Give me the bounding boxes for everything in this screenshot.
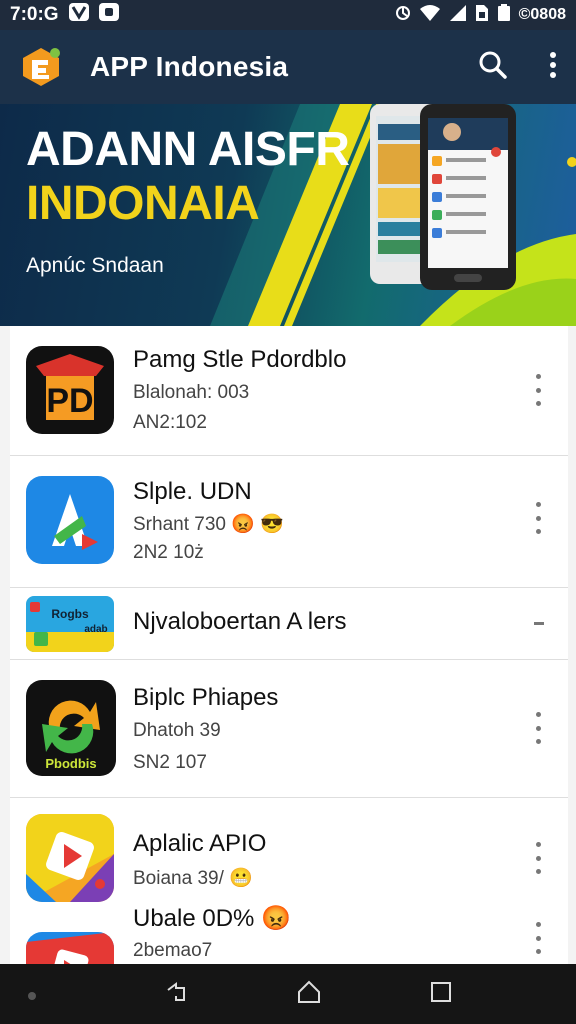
list-item[interactable]: Slple. UDN Srhant 730 😡 😎 2N2 10ż — [10, 456, 568, 588]
list-item[interactable]: Rogbs adab Njvaloboertan A lers — [10, 588, 568, 660]
app-meta: Srhant 730 😡 😎 — [133, 514, 284, 535]
red-app-icon — [26, 932, 114, 964]
nav-indicator-dot — [28, 992, 36, 1000]
sync-icon — [395, 4, 411, 27]
banner-headline: ADANN AISFR — [26, 123, 350, 176]
more-vert-icon[interactable] — [530, 842, 546, 874]
wifi-icon — [419, 4, 441, 27]
svg-text:Pbodbis: Pbodbis — [45, 756, 96, 771]
app-list: PD Pamg Stle Pdordblo Blalonah: 003 AN2:… — [10, 326, 568, 964]
app-meta: Boiana 39/ 😬 — [133, 868, 253, 889]
banner-app-icon: Rogbs adab — [26, 596, 114, 652]
status-bar: 7:0:G ©0808 — [0, 0, 576, 30]
app-title: Njvaloboertan A lers — [133, 608, 347, 635]
app-title: Slple. UDN — [133, 478, 252, 505]
phone-mockup-image — [370, 104, 516, 290]
app-title: Pamg Stle Pdordblo — [133, 346, 347, 373]
app-title: Ubale 0D% 😡 — [133, 905, 291, 932]
app-bar: APP Indonesia — [0, 30, 576, 104]
svg-text:adab: adab — [84, 624, 107, 635]
list-item[interactable]: PD Pamg Stle Pdordblo Blalonah: 003 AN2:… — [10, 326, 568, 456]
signal-icon — [449, 4, 467, 27]
banner-subtitle: Apnúc Sndaan — [26, 254, 164, 277]
pd-app-icon: PD — [26, 346, 114, 434]
sync-app-icon: Pbodbis — [26, 680, 116, 776]
app-meta: Dhatoh 39 — [133, 720, 221, 741]
a-arrow-app-icon — [26, 476, 114, 564]
app-logo-icon — [18, 44, 64, 90]
app-meta-secondary: SN2 107 — [133, 752, 207, 773]
home-icon[interactable] — [296, 979, 322, 1010]
svg-text:Rogbs: Rogbs — [51, 607, 89, 621]
search-icon[interactable] — [478, 50, 508, 85]
list-item[interactable]: Ubale 0D% 😡 2bemao7 — [10, 898, 568, 964]
emoji-cool-icon: 😎 — [260, 514, 284, 535]
app-meta-secondary: AN2:102 — [133, 412, 207, 433]
app-title: Aplalic APIO — [133, 830, 267, 857]
recents-icon[interactable] — [430, 981, 452, 1008]
app-meta: Blalonah: 003 — [133, 382, 250, 403]
play-app-icon — [26, 814, 114, 902]
sim-icon — [475, 4, 489, 27]
more-vert-icon[interactable] — [530, 922, 546, 954]
notification-box-icon — [98, 3, 119, 27]
emoji-angry-icon: 😡 — [261, 905, 291, 932]
battery-icon — [497, 3, 511, 27]
emoji-grimace-icon: 😬 — [229, 868, 253, 889]
banner-headline-accent: INDONAIA — [26, 177, 260, 230]
more-vert-icon[interactable] — [530, 374, 546, 406]
status-right-text: ©0808 — [518, 6, 566, 23]
notification-v-icon — [68, 3, 89, 27]
back-icon[interactable] — [164, 980, 188, 1009]
more-vert-icon[interactable] — [530, 502, 546, 534]
promo-banner[interactable]: ADANN AISFR INDONAIA Apnúc Sndaan — [0, 104, 576, 326]
more-vert-icon[interactable] — [530, 712, 546, 744]
collapse-icon[interactable] — [534, 622, 544, 625]
list-item[interactable]: Pbodbis Biplc Phiapes Dhatoh 39 SN2 107 — [10, 660, 568, 798]
system-nav-bar — [0, 964, 576, 1024]
emoji-angry-icon: 😡 — [231, 514, 255, 535]
svg-text:PD: PD — [46, 382, 93, 420]
app-meta: 2bemao7 — [133, 940, 213, 961]
app-title: Biplc Phiapes — [133, 684, 279, 711]
more-vert-icon[interactable] — [548, 51, 558, 84]
status-time: 7:0:G — [10, 4, 59, 25]
app-meta-secondary: 2N2 10ż — [133, 542, 204, 563]
app-title: APP Indonesia — [90, 51, 289, 82]
